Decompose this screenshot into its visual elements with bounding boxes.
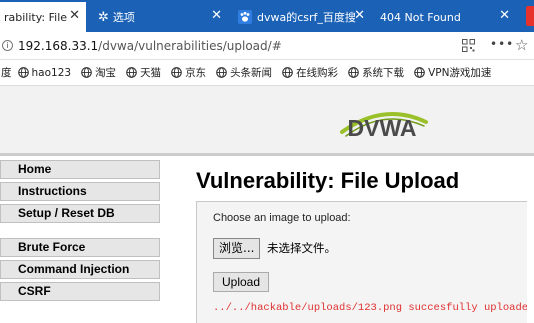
no-file-selected-label: 未选择文件。: [267, 241, 336, 255]
bookmark-label: 在线购彩: [296, 67, 339, 79]
menu-group-vulnerabilities: Brute Force Command Injection CSRF: [0, 238, 160, 301]
more-dots-icon[interactable]: •••: [490, 37, 514, 51]
url-path: /dvwa/vulnerabilities/upload/#: [98, 38, 282, 53]
globe-icon: [81, 67, 92, 78]
globe-icon: [348, 67, 359, 78]
bookmark-label: 京东: [185, 67, 207, 79]
bookmark-hao123[interactable]: hao123: [17, 66, 72, 79]
bookmark-taobao[interactable]: 淘宝: [81, 65, 116, 80]
bookmark-jd[interactable]: 京东: [171, 65, 206, 80]
tab-baidu-search[interactable]: dvwa的csrf_百度搜 ✕: [234, 2, 371, 32]
bookmark-toutiao[interactable]: 头条新闻: [216, 65, 272, 80]
address-bar[interactable]: i 192.168.33.1 /dvwa/vulnerabilities/upl…: [0, 32, 534, 60]
menu-item-setup-reset-db[interactable]: Setup / Reset DB: [0, 204, 160, 223]
tab-label: dvwa的csrf_百度搜: [257, 11, 360, 24]
globe-icon: [216, 67, 227, 78]
qr-code-icon[interactable]: [462, 39, 475, 52]
bookmark-label: 系统下载: [362, 67, 405, 79]
close-tab-icon[interactable]: ✕: [69, 9, 80, 23]
menu-group-main: Home Instructions Setup / Reset DB: [0, 160, 160, 223]
tab-bar: rability: File ✕ ✲ 选项 ✕ dvwa的csrf_百度搜 ✕ …: [0, 0, 534, 32]
bookmark-lottery[interactable]: 在线购彩: [282, 65, 338, 80]
globe-icon: [414, 67, 425, 78]
dvwa-logo: DVWA: [340, 112, 428, 141]
info-icon[interactable]: i: [2, 40, 13, 51]
globe-icon: [171, 67, 182, 78]
menu-item-instructions[interactable]: Instructions: [0, 182, 160, 201]
next-tab-icon[interactable]: [526, 6, 534, 26]
gear-icon: ✲: [98, 9, 109, 25]
bookmark-label: 天猫: [140, 67, 162, 79]
upload-form: Choose an image to upload: 浏览... 未选择文件。 …: [196, 201, 534, 323]
bookmark-label: 头条新闻: [230, 67, 273, 79]
dvwa-logo-text: DVWA: [348, 115, 417, 141]
close-tab-icon[interactable]: ✕: [499, 9, 510, 23]
menu-item-brute-force[interactable]: Brute Force: [0, 238, 160, 257]
bookmark-vpn[interactable]: VPN游戏加速: [414, 65, 491, 80]
upload-result-message: ../../hackable/uploads/123.png succesful…: [213, 302, 534, 314]
tab-file-upload[interactable]: rability: File ✕: [0, 2, 86, 32]
tab-label: 404 Not Found: [380, 10, 461, 24]
page-title: Vulnerability: File Upload: [196, 168, 460, 193]
dvwa-menu: Home Instructions Setup / Reset DB Brute…: [0, 160, 160, 304]
menu-item-command-injection[interactable]: Command Injection: [0, 260, 160, 279]
bookmark-cut-label[interactable]: 度: [1, 65, 12, 80]
tab-404-not-found[interactable]: 404 Not Found ✕: [376, 2, 516, 32]
bookmarks-bar: 度 hao123 淘宝 天猫 京东 头条新闻 在线购彩 系统下载 VPN游戏加速: [0, 60, 534, 86]
tab-options[interactable]: ✲ 选项 ✕: [94, 2, 228, 32]
upload-prompt: Choose an image to upload:: [213, 212, 351, 224]
upload-button[interactable]: Upload: [213, 272, 270, 292]
close-tab-icon[interactable]: ✕: [354, 9, 365, 23]
baidu-paw-icon: [238, 10, 252, 24]
url-host: 192.168.33.1: [18, 38, 99, 53]
bookmark-label: VPN游戏加速: [428, 67, 492, 79]
bookmark-system-download[interactable]: 系统下载: [348, 65, 404, 80]
globe-icon: [17, 67, 29, 78]
menu-item-csrf[interactable]: CSRF: [0, 282, 160, 301]
globe-icon: [126, 67, 137, 78]
bookmark-label: hao123: [31, 66, 72, 79]
close-tab-icon[interactable]: ✕: [211, 9, 222, 23]
page-edge: [527, 201, 534, 323]
dvwa-header: DVWA: [0, 86, 534, 156]
globe-icon: [282, 67, 293, 78]
tab-label: 选项: [112, 11, 135, 24]
menu-item-home[interactable]: Home: [0, 160, 160, 179]
star-icon[interactable]: ☆: [515, 36, 528, 54]
bookmark-label: 淘宝: [95, 67, 117, 79]
browse-button[interactable]: 浏览...: [213, 238, 261, 259]
browser-window: rability: File ✕ ✲ 选项 ✕ dvwa的csrf_百度搜 ✕ …: [0, 0, 534, 323]
bookmark-tmall[interactable]: 天猫: [126, 65, 161, 80]
tab-label: rability: File: [4, 10, 75, 24]
